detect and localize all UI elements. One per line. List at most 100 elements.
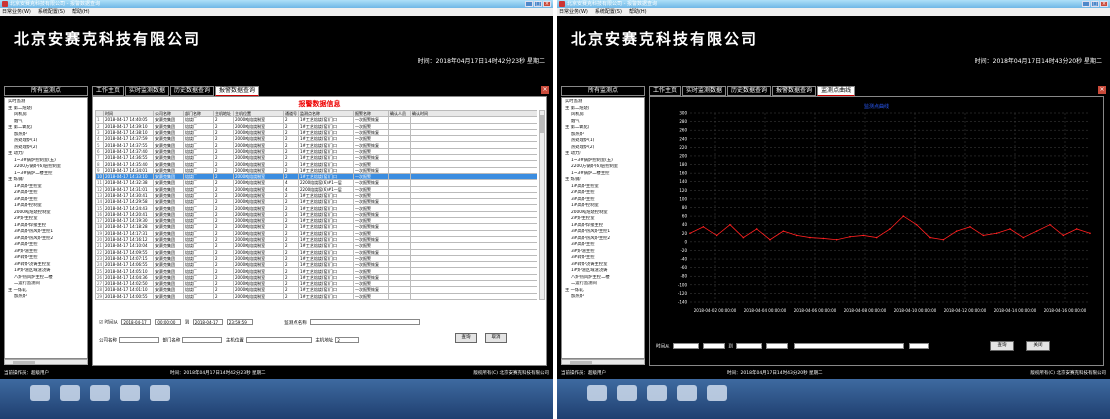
y-tick-label: -120 — [678, 291, 688, 296]
sidebar-scrollbar[interactable] — [4, 359, 88, 365]
series-point — [889, 228, 891, 230]
taskbar-app-icon[interactable] — [617, 385, 637, 401]
table-cell: 29 — [95, 292, 104, 300]
y-tick-label: 100 — [679, 196, 687, 201]
window-title: 北京安赛克科技有限公司 - 报警数据查询 — [10, 1, 100, 7]
series-line — [689, 215, 1091, 241]
series-point — [715, 234, 718, 237]
cancel-button[interactable]: 取消 — [485, 333, 507, 343]
column-header[interactable]: 通道号 — [283, 110, 299, 118]
status-copyright: 版权所有(C) 北京安赛克科技有限公司 — [473, 371, 549, 376]
chart-query-button[interactable]: 查询 — [990, 341, 1014, 351]
chart-time-from[interactable]: 21:55:47 — [702, 343, 725, 349]
point-name-select[interactable] — [310, 319, 421, 325]
sidebar-title: 所有监测点 — [561, 86, 645, 96]
series-point — [769, 238, 771, 241]
tab-home[interactable]: 工作主页 — [649, 86, 682, 96]
minimize-icon[interactable]: _ — [525, 1, 533, 7]
table-row[interactable]: 29 2018-04-17 14:00:55 安赛克集团 焙烧厂 2 2000吨焙烧制室 2… — [95, 292, 537, 300]
menu-item-help[interactable]: 帮助(H) — [72, 9, 90, 15]
tree-list: 实时监测主 第二焙烧厂 风机房 烟气主 第二氧化厂 加热炉 热处理炉(1) 热处… — [562, 98, 644, 302]
tab-history[interactable]: 历史数据查询 — [170, 86, 215, 96]
date-from-input[interactable]: 2018-04-17 — [121, 319, 152, 325]
chart-date-to[interactable]: 2017-05-06 — [736, 343, 763, 349]
dept-select[interactable] — [182, 337, 223, 343]
table-cell: 安赛克集团 — [153, 292, 184, 300]
tree-item[interactable]: 加热炉 — [6, 294, 86, 301]
maximize-icon[interactable]: □ — [1091, 1, 1099, 7]
time-from-input[interactable]: 00:00:00 — [155, 319, 182, 325]
sidebar-scrollbar[interactable] — [561, 359, 645, 365]
minimize-icon[interactable]: _ — [1082, 1, 1090, 7]
taskbar-app-icon[interactable] — [677, 385, 697, 401]
close-tab-icon[interactable]: × — [1098, 86, 1106, 94]
y-tick-label: 60 — [682, 214, 688, 219]
taskbar-app-icon[interactable] — [647, 385, 667, 401]
tab-alarm-query[interactable]: 报警数据查询 — [215, 86, 260, 96]
company-select[interactable] — [119, 337, 159, 343]
taskbar-app-icon[interactable] — [30, 385, 50, 401]
menu-item-config[interactable]: 系统配置(S) — [38, 9, 65, 15]
company-name: 北京安赛克科技有限公司 — [571, 30, 759, 48]
host-pos-select[interactable] — [245, 337, 312, 343]
menu-item-daily[interactable]: 日常业务(W) — [2, 9, 31, 15]
chart-point-select[interactable] — [793, 343, 904, 349]
chart-time-to[interactable]: 21:55:47 — [766, 343, 789, 349]
table-cell: 2018-04-17 14:31:01 — [103, 185, 154, 193]
query-button[interactable]: 查询 — [455, 333, 477, 343]
series-point — [729, 223, 731, 226]
tab-curve[interactable]: 监测点曲线 — [817, 86, 856, 96]
to-label: 到 — [184, 320, 190, 326]
close-tab-icon[interactable]: × — [541, 86, 549, 94]
taskbar-app-icon[interactable] — [120, 385, 140, 401]
table-cell: 2018-04-17 14:07:15 — [103, 254, 154, 263]
tab-realtime[interactable]: 实时监测数据 — [125, 86, 170, 96]
chart-date-from[interactable]: 2017-05-06 — [672, 343, 699, 349]
chart-channel-input[interactable] — [909, 343, 930, 349]
host-addr-input[interactable]: 2 — [335, 337, 360, 343]
column-header[interactable]: 主机地址 — [213, 110, 234, 118]
chart-close-button[interactable]: 关闭 — [1026, 341, 1050, 351]
tab-realtime[interactable]: 实时监测数据 — [682, 86, 727, 96]
tab-history[interactable]: 历史数据查询 — [727, 86, 772, 96]
tab-strip: 工作主页 实时监测数据 历史数据查询 报警数据查询 监测点曲线 — [649, 86, 856, 96]
status-time: 时间：2018年04月17日14时42分23秒 星期二 — [170, 371, 266, 376]
y-tick-label: 280 — [679, 119, 687, 124]
time-to-input[interactable]: 23:59:59 — [226, 319, 253, 325]
table-cell: 2018-04-17 14:39:10 — [103, 122, 154, 130]
series-point — [742, 236, 745, 239]
alarm-panel: 报警数据信息 时间 公司名称 部门名称 主机地址 主机位置 通道号 监测点名称 报警名称 确认人… — [92, 96, 547, 366]
chart-panel: 监测点曲线 300 280 260 240 220 200 180 160 140 120 100 8… — [649, 96, 1104, 366]
close-icon[interactable]: × — [543, 1, 551, 7]
y-tick-label: 240 — [679, 136, 687, 141]
table-cell: 2018-04-17 14:36:55 — [103, 154, 154, 162]
y-tick-label: -60 — [680, 265, 687, 270]
time-checkbox[interactable]: ☑ — [99, 321, 103, 326]
tree-item[interactable]: 加热炉 — [563, 294, 643, 301]
taskbar-app-icon[interactable] — [707, 385, 727, 401]
taskbar-app-icon[interactable] — [150, 385, 170, 401]
table-cell: 2018-04-17 14:38:10 — [103, 128, 154, 137]
taskbar-app-icon[interactable] — [60, 385, 80, 401]
close-icon[interactable]: × — [1100, 1, 1108, 7]
point-name-label: 监测点名称 — [284, 320, 307, 326]
menu-item-config[interactable]: 系统配置(S) — [595, 9, 622, 15]
maximize-icon[interactable]: □ — [534, 1, 542, 7]
date-to-input[interactable]: 2018-04-17 — [192, 319, 223, 325]
table-cell: 2000吨焙烧制室 — [233, 292, 284, 300]
clock: 时间：2018年04月17日14时43分20秒 星期二 — [974, 58, 1102, 65]
left-screenshot: 北京安赛克科技有限公司 - 报警数据查询 _ □ × 日常业务(W) 系统配置(S) 帮… — [0, 0, 553, 419]
table-scrollbar[interactable] — [539, 110, 545, 300]
menu-item-help[interactable]: 帮助(H) — [629, 9, 647, 15]
series-point — [1022, 236, 1025, 239]
series-point — [1089, 232, 1091, 235]
taskbar-app-icon[interactable] — [90, 385, 110, 401]
taskbar — [557, 379, 1110, 419]
tab-home[interactable]: 工作主页 — [92, 86, 125, 96]
menu-item-daily[interactable]: 日常业务(W) — [559, 9, 588, 15]
y-tick-label: 260 — [679, 128, 687, 133]
taskbar-app-icon[interactable] — [587, 385, 607, 401]
host-pos-label: 主机位置 — [225, 338, 244, 344]
table-cell: 2018-04-17 14:37:40 — [103, 147, 154, 156]
tab-alarm-query[interactable]: 报警数据查询 — [772, 86, 817, 96]
